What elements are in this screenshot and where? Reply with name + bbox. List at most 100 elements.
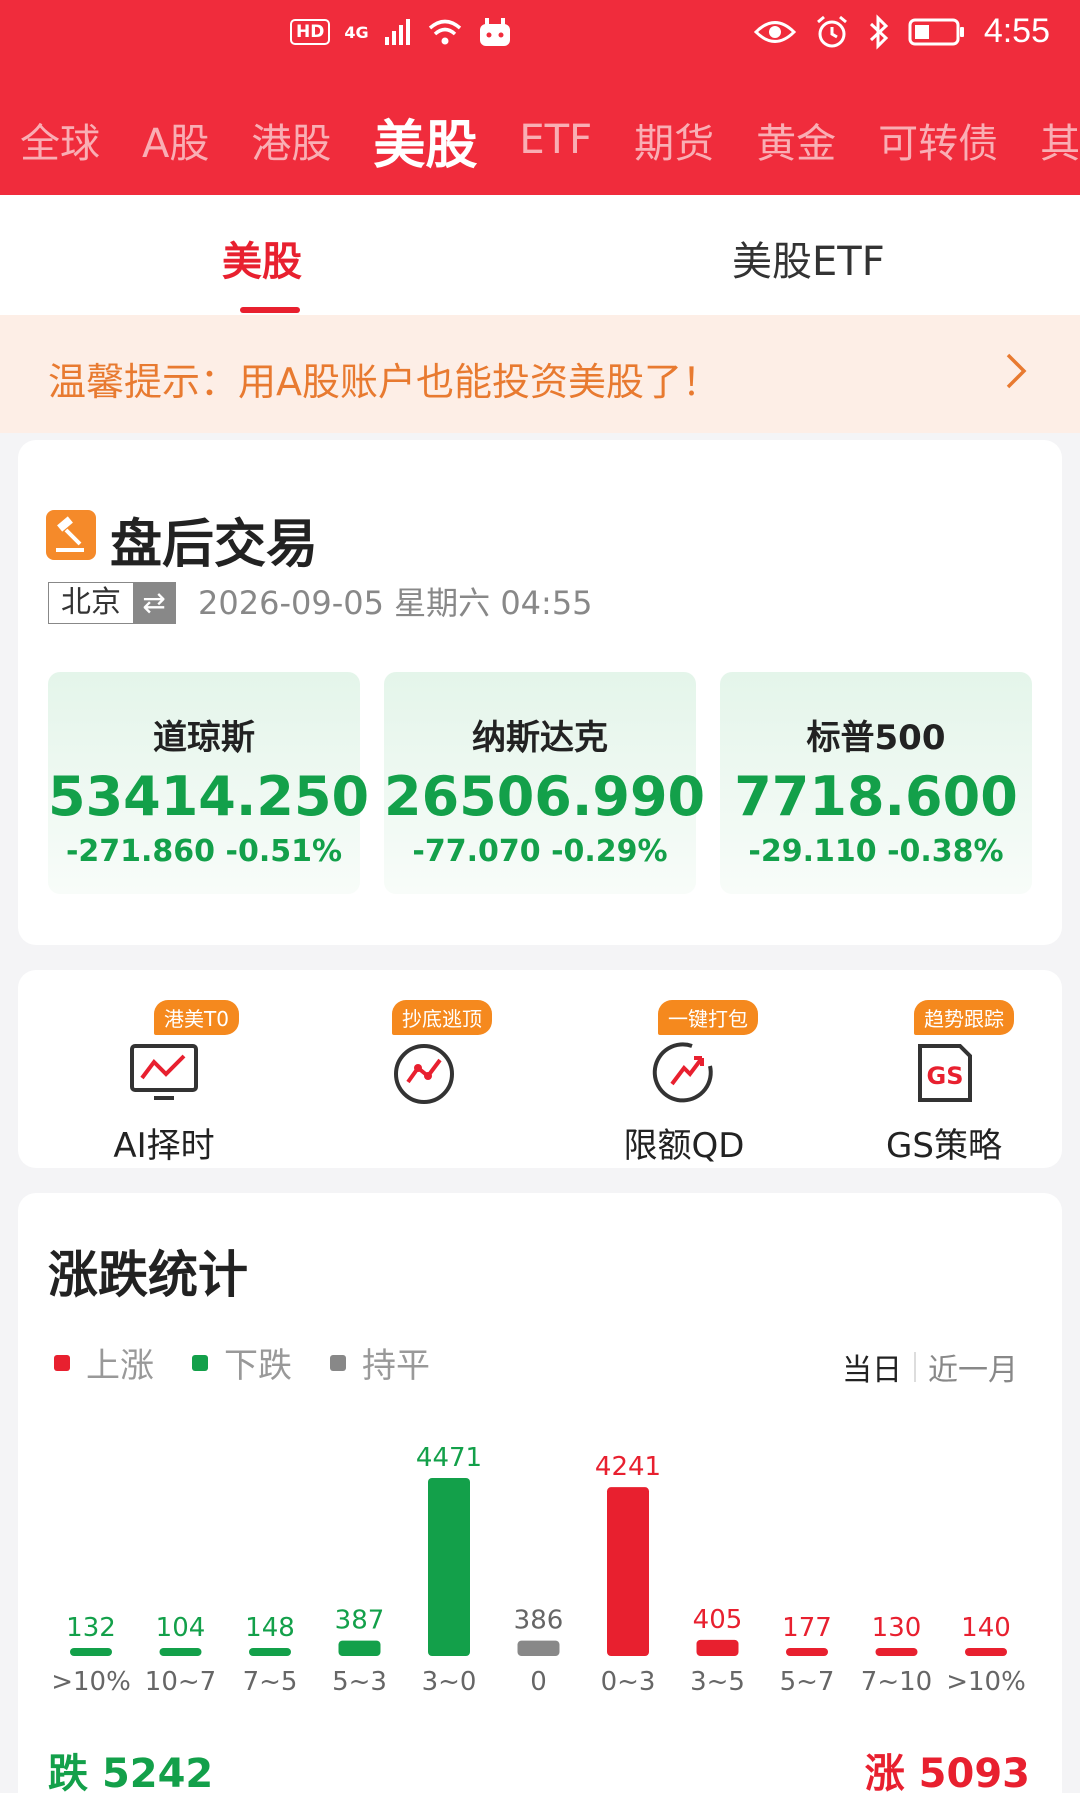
status-bar: HD 4G 4:55 xyxy=(0,0,1080,70)
clock-time: 4:55 xyxy=(983,12,1050,50)
hd-badge: HD xyxy=(290,19,331,45)
signal-icon xyxy=(384,19,410,45)
tool-label: GS策略 xyxy=(886,1126,1002,1166)
index-card-dow-jones[interactable]: 道琼斯 53414.250 -271.860 -0.51% xyxy=(48,672,370,894)
svg-text:GS: GS xyxy=(927,1062,964,1090)
index-change-amount: -29.110 xyxy=(748,834,877,869)
category-label: 3~0 xyxy=(422,1667,477,1697)
monitor-chart-icon xyxy=(130,1044,198,1100)
tab-gold[interactable]: 黄金 xyxy=(756,111,836,169)
chart-bar xyxy=(965,1648,1007,1656)
category-label: 5~7 xyxy=(780,1667,835,1697)
total-up: 涨 5093 xyxy=(865,1741,1030,1793)
market-tabs: 全球 A股 港股 美股 ETF 期货 黄金 可转债 其 xyxy=(0,100,1080,180)
chevron-right-icon xyxy=(1006,353,1027,389)
tab-a-shares[interactable]: A股 xyxy=(142,111,209,169)
alarm-icon xyxy=(816,15,847,47)
index-name: 道琼斯 xyxy=(153,718,255,758)
index-name: 纳斯达克 xyxy=(472,718,608,758)
tab-convertible-bonds[interactable]: 可转债 xyxy=(878,111,998,169)
status-right: 4:55 xyxy=(753,12,1050,51)
bar-value-label: 104 xyxy=(156,1613,206,1643)
notification-icon xyxy=(479,18,510,46)
index-change: -77.070 -0.29% xyxy=(384,834,696,869)
category-label: >10% xyxy=(51,1667,131,1697)
wifi-icon xyxy=(428,19,461,45)
tool-label: 限额QD xyxy=(623,1126,745,1166)
index-value: 53414.250 xyxy=(48,765,370,828)
after-hours-title: 盘后交易 xyxy=(110,515,319,575)
bar-value-label: 148 xyxy=(245,1613,295,1643)
timezone-switch[interactable]: 北京 ⇄ xyxy=(48,582,176,624)
gs-doc-icon: GS xyxy=(918,1044,972,1102)
index-value: 7718.600 xyxy=(734,765,1018,828)
tool-bottom-top[interactable]: 抄底逃顶 xyxy=(324,992,524,1162)
total-up-label: 涨 xyxy=(864,1751,905,1793)
chart-bar xyxy=(607,1487,649,1656)
tab-futures[interactable]: 期货 xyxy=(634,111,714,169)
timezone-label: 北京 xyxy=(49,583,133,623)
category-label: 7~5 xyxy=(243,1667,298,1697)
category-label: 0~3 xyxy=(601,1667,656,1697)
chart-bar xyxy=(875,1648,918,1656)
total-up-value: 5093 xyxy=(918,1751,1030,1793)
tool-badge: 趋势跟踪 xyxy=(914,1000,1014,1035)
index-change-pct: -0.51% xyxy=(225,834,343,869)
index-change-amount: -271.860 xyxy=(65,834,216,869)
tab-us-stocks[interactable]: 美股 xyxy=(373,103,477,178)
tab-other[interactable]: 其 xyxy=(1040,111,1080,169)
tools-card: 港美T0 AI择时 抄底逃顶 一键打包 限额QD 趋势跟踪 GS GS策略 xyxy=(18,970,1062,1168)
chart-bar xyxy=(696,1639,739,1656)
rocket-globe-icon xyxy=(652,1042,713,1103)
tool-badge: 港美T0 xyxy=(154,1000,239,1035)
category-label: >10% xyxy=(946,1667,1026,1697)
chart-bar xyxy=(786,1648,828,1656)
bar-value-label: 140 xyxy=(961,1613,1011,1643)
notice-text: 温馨提示：用A股账户也能投资美股了！ xyxy=(48,360,720,404)
bar-value-label: 386 xyxy=(514,1606,564,1636)
sub-tabs: 美股 美股ETF xyxy=(0,195,1080,315)
tab-global[interactable]: 全球 xyxy=(20,111,100,169)
datetime: 2026-09-05 星期六 04:55 xyxy=(198,584,593,622)
network-label: 4G xyxy=(344,22,369,42)
index-name: 标普500 xyxy=(806,718,946,758)
subtab-us-stocks[interactable]: 美股 xyxy=(222,229,302,287)
total-down: 跌 5242 xyxy=(48,1741,213,1793)
bar-value-label: 132 xyxy=(66,1613,116,1643)
tool-label: AI择时 xyxy=(113,1126,215,1166)
tab-hk-stocks[interactable]: 港股 xyxy=(251,111,331,169)
category-label: 10~7 xyxy=(145,1667,216,1697)
tool-ai-timing[interactable]: 港美T0 AI择时 xyxy=(64,992,264,1166)
tool-quota-qd[interactable]: 一键打包 限额QD xyxy=(584,992,784,1166)
subtab-us-etf[interactable]: 美股ETF xyxy=(732,229,885,287)
chart-bar xyxy=(249,1648,291,1656)
bar-value-label: 130 xyxy=(872,1613,922,1643)
index-change: -271.860 -0.51% xyxy=(48,834,360,869)
total-down-value: 5242 xyxy=(101,1751,214,1793)
total-down-label: 跌 xyxy=(48,1751,88,1793)
index-change-pct: -0.38% xyxy=(887,834,1004,869)
tool-badge: 抄底逃顶 xyxy=(392,1000,492,1035)
trend-circle-icon xyxy=(394,1044,454,1104)
chart-bar xyxy=(159,1648,202,1656)
notice-banner[interactable]: 温馨提示：用A股账户也能投资美股了！ xyxy=(0,315,1080,433)
tab-etf[interactable]: ETF xyxy=(519,117,592,163)
bar-value-label: 4471 xyxy=(416,1443,482,1473)
rise-fall-bar-chart: 132 >10% 104 10~7 148 7~5 387 5~3 4471 3~0 386 0 424… xyxy=(51,1443,1026,1697)
category-label: 3~5 xyxy=(690,1667,745,1697)
after-hours-card: 盘后交易 北京 ⇄ 2026-09-05 星期六 04:55 道琼斯 53414… xyxy=(18,440,1062,945)
category-label: 5~3 xyxy=(332,1667,387,1697)
tool-gs-strategy[interactable]: 趋势跟踪 GS GS策略 xyxy=(844,992,1044,1166)
index-card-nasdaq[interactable]: 纳斯达克 26506.990 -77.070 -0.29% xyxy=(384,672,706,894)
index-value: 26506.990 xyxy=(384,765,706,828)
bar-value-label: 405 xyxy=(693,1605,743,1635)
chart-bar xyxy=(70,1648,112,1656)
bar-value-label: 387 xyxy=(335,1606,385,1636)
gavel-icon xyxy=(46,510,96,560)
index-card-sp500[interactable]: 标普500 7718.600 -29.110 -0.38% xyxy=(720,672,1032,894)
rise-fall-stats-card: 涨跌统计 上涨 下跌 持平 当日 近一月 132 >10% 104 10~7 148 7~… xyxy=(18,1193,1062,1793)
chart-bar xyxy=(338,1640,381,1656)
subtab-indicator xyxy=(240,307,300,313)
tool-badge: 一键打包 xyxy=(658,1000,758,1035)
category-label: 0 xyxy=(530,1667,547,1697)
